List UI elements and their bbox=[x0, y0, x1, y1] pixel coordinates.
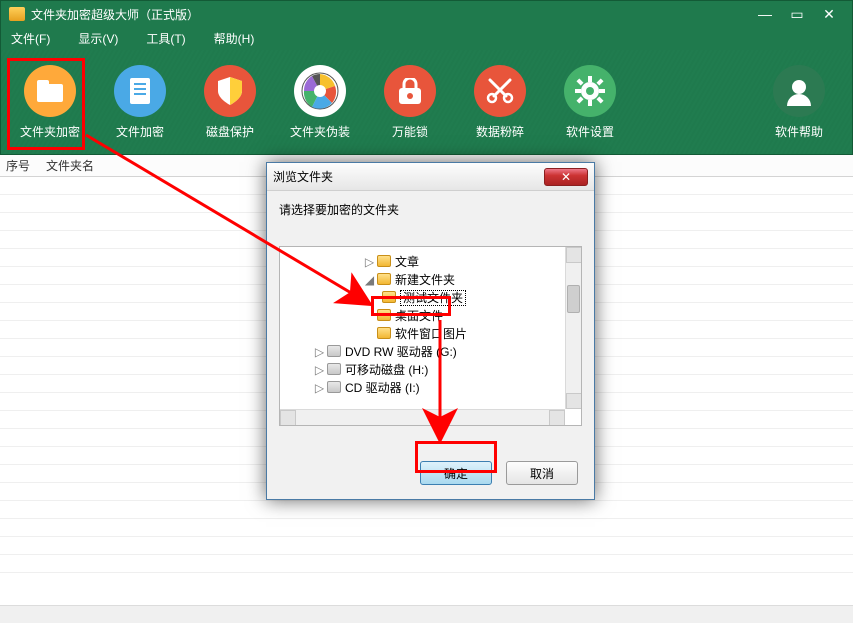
tool-disk-protect[interactable]: 磁盘保护 bbox=[185, 54, 275, 150]
tool-label: 软件设置 bbox=[566, 123, 614, 140]
tool-data-shred[interactable]: 数据粉碎 bbox=[455, 54, 545, 150]
tool-label: 文件夹加密 bbox=[20, 123, 80, 140]
tree-item[interactable]: 文章 bbox=[395, 255, 419, 269]
tool-folder-encrypt[interactable]: 文件夹加密 bbox=[5, 54, 95, 150]
cancel-button[interactable]: 取消 bbox=[506, 461, 578, 485]
menubar: 文件(F) 显示(V) 工具(T) 帮助(H) bbox=[0, 27, 853, 50]
window-controls: — ▭ ✕ bbox=[750, 5, 844, 23]
folder-tree[interactable]: ▷文章 ◢新建文件夹 测试文件夹 桌面文件 软件窗口图片 ▷DVD RW 驱动器… bbox=[279, 246, 582, 426]
lock-icon bbox=[384, 65, 436, 117]
tree-item[interactable]: 可移动磁盘 (H:) bbox=[345, 363, 428, 377]
ok-button[interactable]: 确定 bbox=[420, 461, 492, 485]
tool-label: 数据粉碎 bbox=[476, 123, 524, 140]
tool-software-help[interactable]: 软件帮助 bbox=[754, 54, 844, 150]
close-button[interactable]: ✕ bbox=[814, 5, 844, 23]
tree-item[interactable]: DVD RW 驱动器 (G:) bbox=[345, 345, 457, 359]
titlebar: 文件夹加密超级大师（正式版） — ▭ ✕ bbox=[0, 0, 853, 27]
tool-label: 磁盘保护 bbox=[206, 123, 254, 140]
tool-label: 万能锁 bbox=[392, 123, 428, 140]
menu-view[interactable]: 显示(V) bbox=[78, 30, 118, 47]
tree-item[interactable]: 桌面文件 bbox=[395, 309, 443, 323]
scrollbar-horizontal[interactable] bbox=[280, 409, 565, 425]
dialog-close-button[interactable]: ✕ bbox=[544, 168, 588, 186]
col-index: 序号 bbox=[6, 157, 46, 174]
browse-folder-dialog: 浏览文件夹 ✕ 请选择要加密的文件夹 ▷文章 ◢新建文件夹 测试文件夹 桌面文件… bbox=[266, 162, 595, 500]
tool-label: 软件帮助 bbox=[775, 123, 823, 140]
menu-tools[interactable]: 工具(T) bbox=[146, 30, 185, 47]
scrollbar-vertical[interactable] bbox=[565, 247, 581, 409]
menu-help[interactable]: 帮助(H) bbox=[214, 30, 255, 47]
shield-icon bbox=[204, 65, 256, 117]
window-title: 文件夹加密超级大师（正式版） bbox=[31, 6, 199, 23]
dialog-prompt: 请选择要加密的文件夹 bbox=[279, 201, 582, 218]
tool-label: 文件加密 bbox=[116, 123, 164, 140]
gear-icon bbox=[564, 65, 616, 117]
folder-icon bbox=[24, 65, 76, 117]
tree-item[interactable]: 新建文件夹 bbox=[395, 273, 455, 287]
col-name: 文件夹名 bbox=[46, 157, 94, 174]
tool-label: 文件夹伪装 bbox=[290, 123, 350, 140]
tree-item-selected[interactable]: 测试文件夹 bbox=[400, 290, 466, 306]
tool-folder-disguise[interactable]: 文件夹伪装 bbox=[275, 54, 365, 150]
menu-file[interactable]: 文件(F) bbox=[11, 30, 50, 47]
toolbar: 文件夹加密 文件加密 磁盘保护 文件夹伪装 万能锁 bbox=[0, 50, 853, 155]
dialog-title: 浏览文件夹 bbox=[273, 168, 333, 185]
statusbar bbox=[0, 605, 853, 623]
app-icon bbox=[9, 7, 25, 21]
tool-universal-lock[interactable]: 万能锁 bbox=[365, 54, 455, 150]
aperture-icon bbox=[294, 65, 346, 117]
scissors-icon bbox=[474, 65, 526, 117]
user-icon bbox=[773, 65, 825, 117]
minimize-button[interactable]: — bbox=[750, 5, 780, 23]
maximize-button[interactable]: ▭ bbox=[782, 5, 812, 23]
tree-item[interactable]: CD 驱动器 (I:) bbox=[345, 381, 420, 395]
dialog-titlebar[interactable]: 浏览文件夹 ✕ bbox=[267, 163, 594, 191]
tree-item[interactable]: 软件窗口图片 bbox=[395, 327, 467, 341]
tool-file-encrypt[interactable]: 文件加密 bbox=[95, 54, 185, 150]
file-icon bbox=[114, 65, 166, 117]
tool-software-settings[interactable]: 软件设置 bbox=[545, 54, 635, 150]
